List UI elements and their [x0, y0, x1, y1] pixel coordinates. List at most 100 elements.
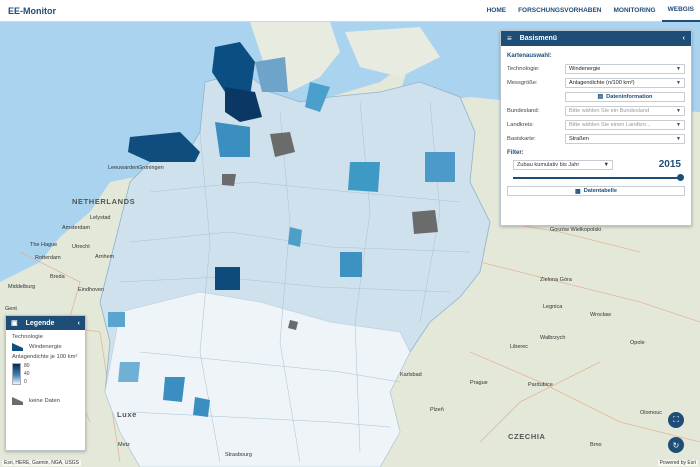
district-paderborn[interactable] — [215, 267, 240, 290]
label-the-hague: The Hague — [30, 242, 58, 248]
label-netherlands: NETHERLANDS — [72, 197, 136, 206]
legend-technology-item: Windenergie — [29, 344, 62, 350]
label-liberec: Liberec — [510, 344, 529, 350]
label-lelystad: Lelystad — [90, 215, 111, 221]
hamburger-menu-icon[interactable]: ≡ — [507, 34, 512, 43]
label-arnhem: Arnhem — [95, 254, 115, 260]
caret-down-icon: ▼ — [603, 161, 609, 168]
label-metz: Metz — [118, 442, 130, 448]
nav-webgis[interactable]: WEBGIS — [661, 0, 700, 22]
legend-icon: ▣ — [11, 320, 18, 327]
slider-track — [513, 177, 681, 179]
data-table-label: Datentabelle — [583, 188, 617, 194]
reset-view-icon[interactable]: ↻ — [668, 437, 684, 453]
filter-heading: Filter: — [507, 150, 524, 156]
nav-forschungsvorhaben[interactable]: FORSCHUNGSVORHABEN — [512, 0, 607, 22]
filter-value: Zubau kumulativ bis Jahr — [517, 161, 580, 168]
caret-down-icon: ▼ — [676, 107, 681, 114]
label-utrecht: Utrecht — [72, 244, 90, 250]
legend-header[interactable]: ▣ Legende ‹ — [6, 316, 85, 330]
legend-tick-low: 0 — [24, 379, 27, 385]
legend-title: Legende — [25, 319, 55, 327]
collapse-chevron-icon[interactable]: ‹ — [683, 35, 685, 42]
label-breda: Breda — [50, 274, 65, 280]
map-selection-heading: Kartenauswahl: — [507, 53, 552, 59]
nav-monitoring[interactable]: MONITORING — [607, 0, 661, 22]
label-karlsbad: Karlsbad — [400, 372, 422, 378]
technology-select[interactable]: Windenergie ▼ — [565, 63, 685, 74]
district-prignitz[interactable] — [348, 162, 380, 192]
district-kleve[interactable] — [108, 312, 125, 327]
base-menu-panel: ≡ Basismenü ‹ Kartenauswahl: Technologie… — [500, 30, 692, 226]
label-prague: Prague — [470, 380, 488, 386]
label-plzen: Plzeň — [430, 407, 444, 413]
caret-down-icon: ▼ — [676, 79, 681, 86]
label-groningen: Groningen — [138, 165, 164, 171]
technology-value: Windenergie — [569, 65, 601, 72]
document-icon: ▤ — [597, 94, 604, 100]
district-birkenfeld[interactable] — [193, 397, 210, 417]
app-title[interactable]: EE-Monitor — [8, 6, 481, 16]
district-placeholder: Bitte wählen Sie einen Landkre... — [569, 121, 651, 128]
wind-energy-symbol-icon — [12, 343, 23, 351]
nodata-berlin[interactable] — [412, 210, 438, 234]
base-menu-title: Basismenü — [519, 35, 558, 42]
label-middelburg: Middelburg — [8, 284, 36, 290]
district-anhalt[interactable] — [340, 252, 362, 277]
slider-handle[interactable] — [677, 174, 684, 181]
basemap-value: Straßen — [569, 135, 589, 142]
measure-value: Anlagendichte (n/100 km²) — [569, 79, 635, 86]
district-salzland[interactable] — [288, 227, 302, 247]
label-luxe: Luxe — [117, 410, 137, 419]
fullscreen-icon[interactable]: ⛶ — [668, 412, 684, 428]
label-rotterdam: Rotterdam — [35, 255, 61, 261]
label-zielona-gora: Zielona Góra — [540, 277, 572, 283]
technology-label: Technologie: — [507, 65, 540, 72]
district-rhein-hunsrueck[interactable] — [163, 377, 185, 402]
label-opole: Opole — [630, 340, 645, 346]
year-value: 2015 — [658, 159, 681, 170]
caret-down-icon: ▼ — [676, 65, 681, 72]
measure-label: Messgröße: — [507, 79, 538, 86]
district-cuxhaven[interactable] — [215, 122, 250, 157]
table-icon: ▦ — [575, 188, 581, 195]
nodata-symbol-icon — [12, 397, 23, 405]
label-olomouc: Olomouc — [640, 410, 663, 416]
label-strasbourg: Strasbourg — [225, 452, 252, 458]
main-nav: HOME FORSCHUNGSVORHABEN MONITORING WEBGI… — [481, 0, 700, 22]
state-label: Bundesland: — [507, 107, 540, 114]
legend-technology-heading: Technologie — [12, 334, 43, 340]
color-ramp — [12, 363, 21, 385]
legend-tick-mid: 40 — [24, 371, 30, 377]
data-information-label: Dateninformation — [606, 93, 653, 100]
district-select[interactable]: Bitte wählen Sie einen Landkre... ▼ — [565, 119, 685, 130]
label-amsterdam: Amsterdam — [62, 225, 91, 231]
basemap-select[interactable]: Straßen ▼ — [565, 133, 685, 144]
powered-by[interactable]: Powered by Esri — [657, 460, 698, 466]
district-uckermark[interactable] — [425, 152, 455, 182]
filter-select[interactable]: Zubau kumulativ bis Jahr ▼ — [513, 159, 613, 170]
measure-select[interactable]: Anlagendichte (n/100 km²) ▼ — [565, 77, 685, 88]
legend-tick-high: 80 — [24, 363, 30, 369]
district-aachen[interactable] — [118, 362, 140, 382]
label-brno: Brno — [590, 442, 602, 448]
legend-nodata: keine Daten — [29, 398, 60, 404]
label-gorzow: Gorzów Wielkopolski — [550, 227, 602, 233]
label-pardubice: Pardubice — [528, 382, 553, 388]
base-menu-header[interactable]: ≡ Basismenü ‹ — [501, 31, 691, 46]
state-select[interactable]: Bitte wählen Sie ein Bundesland ▼ — [565, 105, 685, 116]
caret-down-icon: ▼ — [676, 121, 681, 128]
label-gent: Gent — [5, 306, 17, 312]
year-slider[interactable] — [513, 174, 684, 182]
label-wroclaw: Wrocław — [590, 312, 611, 318]
map-attribution: Esri, HERE, Garmin, NGA, USGS — [2, 460, 82, 466]
district-label: Landkreis: — [507, 121, 534, 128]
collapse-chevron-icon[interactable]: ‹ — [78, 320, 80, 327]
nodata-bremen[interactable] — [222, 174, 236, 186]
label-leeuwarden: Leeuwarden — [108, 165, 139, 171]
data-table-button[interactable]: ▦ Datentabelle — [507, 186, 685, 196]
data-information-button[interactable]: ▤ Dateninformation — [565, 91, 685, 102]
label-czechia: CZECHIA — [508, 432, 546, 441]
label-legnica: Legnica — [543, 304, 563, 310]
nav-home[interactable]: HOME — [481, 0, 513, 22]
